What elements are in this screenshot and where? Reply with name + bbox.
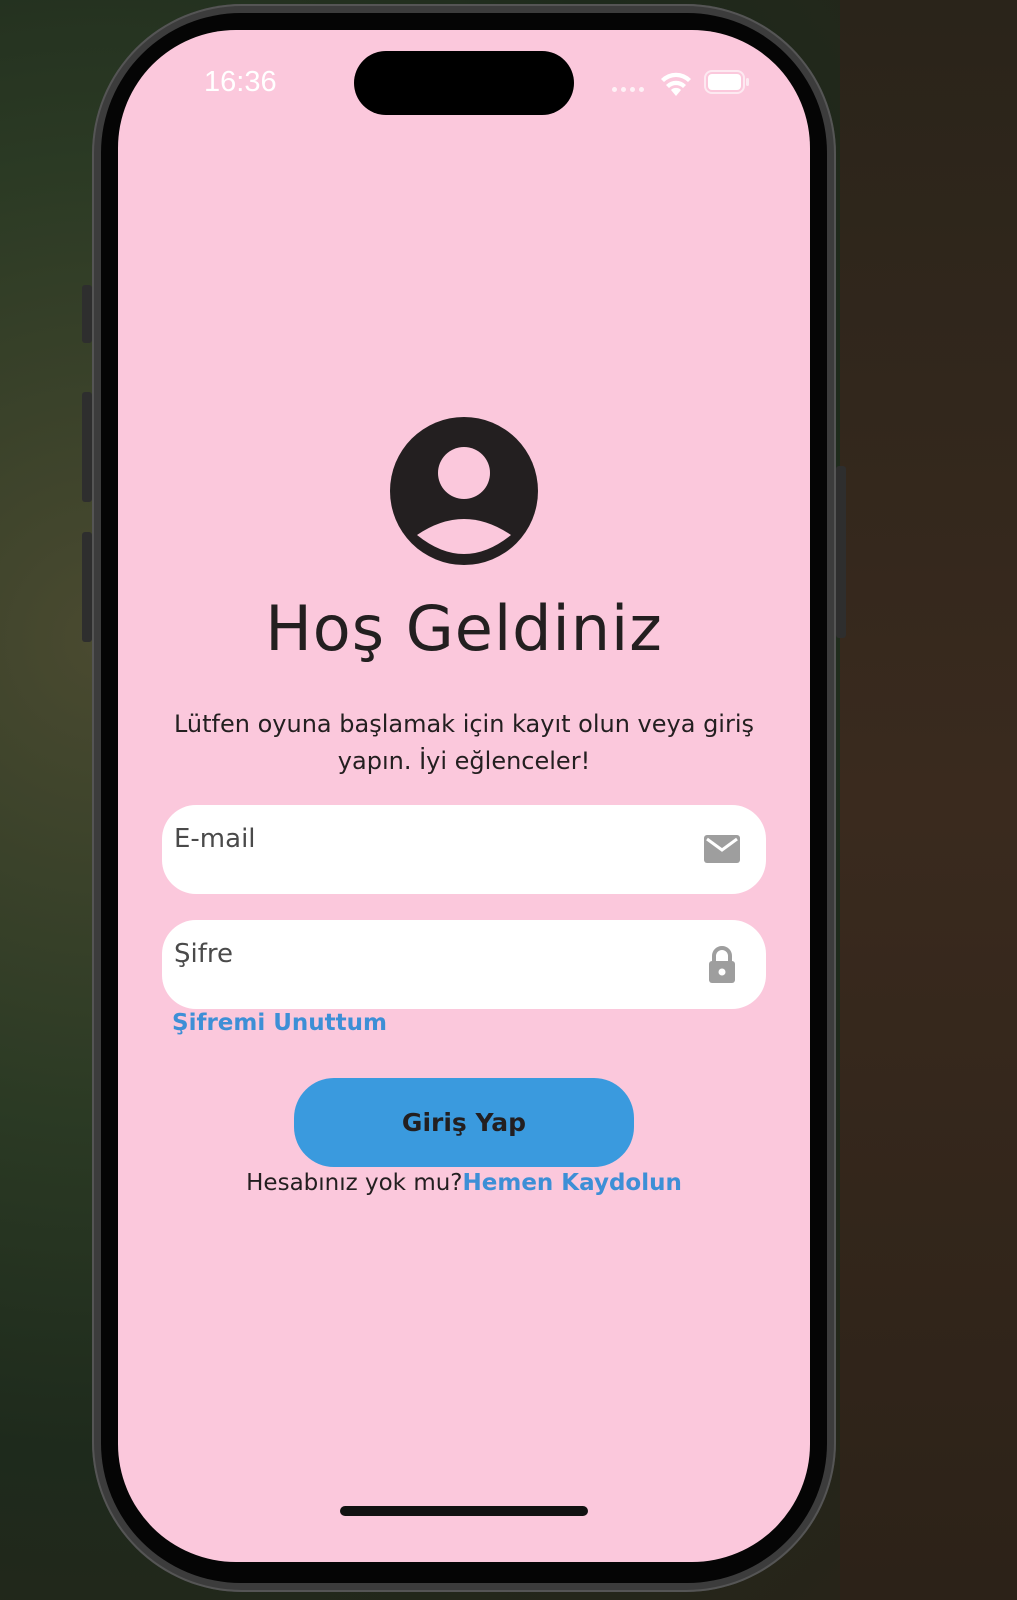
welcome-message: Lütfen oyuna başlamak için kayıt olun ve… <box>173 710 755 775</box>
login-button[interactable]: Giriş Yap <box>294 1078 634 1167</box>
dynamic-island <box>354 51 574 115</box>
wifi-icon <box>661 72 691 96</box>
signal-icon <box>612 87 644 92</box>
register-prompt: Hesabınız yok mu?Hemen Kaydolun <box>118 1170 810 1196</box>
home-indicator[interactable] <box>340 1506 588 1516</box>
volume-up-button <box>82 392 92 502</box>
no-account-text: Hesabınız yok mu? <box>246 1170 463 1196</box>
lock-icon <box>709 946 735 983</box>
password-input[interactable] <box>174 936 674 972</box>
battery-icon <box>704 70 749 94</box>
email-field[interactable] <box>162 805 766 894</box>
background-right <box>840 0 1017 1600</box>
page-title: Hoş Geldiniz <box>265 592 663 665</box>
volume-down-button <box>82 532 92 642</box>
account-circle-icon <box>390 417 538 565</box>
power-button <box>836 466 846 638</box>
phone-screen: 16:36 Hoş Geldiniz Lütfen oyuna başlamak… <box>118 30 810 1562</box>
status-time: 16:36 <box>204 66 277 98</box>
password-field[interactable] <box>162 920 766 1009</box>
action-button <box>82 285 92 343</box>
register-link[interactable]: Hemen Kaydolun <box>463 1170 682 1196</box>
email-input[interactable] <box>174 821 674 857</box>
forgot-password-link[interactable]: Şifremi Unuttum <box>172 1010 387 1036</box>
mail-icon <box>704 835 740 863</box>
